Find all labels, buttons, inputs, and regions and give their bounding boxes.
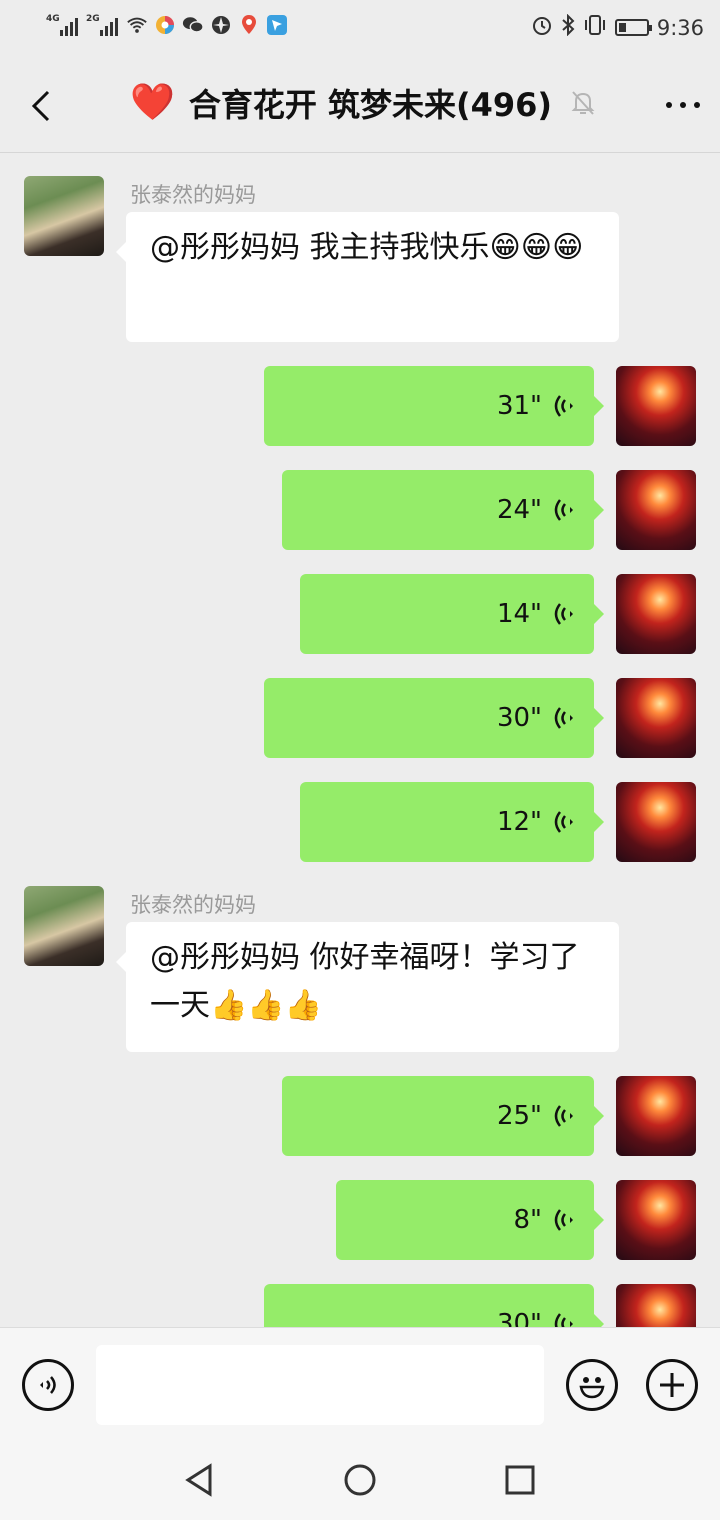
- voice-input-button[interactable]: [22, 1359, 74, 1411]
- avatar[interactable]: [616, 678, 696, 758]
- voice-wave-icon: [554, 811, 573, 833]
- vibrate-icon: [583, 14, 607, 41]
- voice-message-bubble[interactable]: 25": [282, 1076, 604, 1156]
- dot-icon: [680, 102, 686, 108]
- battery-icon: [614, 19, 652, 36]
- more-options-button[interactable]: [666, 88, 700, 122]
- avatar[interactable]: [616, 1180, 696, 1260]
- app-icon: [210, 14, 232, 36]
- wifi-icon: [126, 14, 148, 36]
- voice-message-bubble[interactable]: 24": [282, 470, 604, 550]
- app-icon: [154, 14, 176, 36]
- avatar[interactable]: [616, 366, 696, 446]
- wechat-icon: [182, 14, 204, 36]
- avatar[interactable]: [616, 1284, 696, 1327]
- avatar[interactable]: [616, 470, 696, 550]
- chevron-left-icon: [31, 90, 50, 122]
- sender-name: 张泰然的妈妈: [130, 893, 256, 917]
- voice-message-bubble[interactable]: 14": [300, 574, 604, 654]
- dot-icon: [694, 102, 700, 108]
- muted-bell-icon: [571, 91, 595, 115]
- dot-icon: [666, 102, 672, 108]
- text-message-bubble[interactable]: @彤彤妈妈 我主持我快乐😁😁😁: [116, 212, 619, 342]
- voice-wave-icon: [554, 1313, 573, 1327]
- message-input[interactable]: [96, 1345, 544, 1425]
- chat-header: ❤️ 合育花开 筑梦未来(496): [0, 58, 720, 153]
- avatar[interactable]: [616, 782, 696, 862]
- signal-icon: 4G: [46, 14, 80, 36]
- voice-duration: 12": [496, 807, 542, 837]
- chat-message-list[interactable]: 张泰然的妈妈 @彤彤妈妈 我主持我快乐😁😁😁 31" 24" 14" 30" 1…: [0, 153, 720, 1327]
- status-bar: 4G 2G 9:36: [0, 0, 720, 58]
- home-circle-icon[interactable]: [342, 1462, 378, 1498]
- battery-level: [618, 23, 626, 32]
- text-message-bubble[interactable]: @彤彤妈妈 你好幸福呀！学习了一天👍👍👍: [116, 922, 619, 1052]
- avatar[interactable]: [616, 1076, 696, 1156]
- voice-message-bubble[interactable]: 30": [264, 1284, 604, 1327]
- input-bar: [0, 1327, 720, 1441]
- voice-duration: 25": [496, 1101, 542, 1131]
- avatar[interactable]: [24, 176, 104, 256]
- voice-duration: 30": [496, 1309, 542, 1327]
- voice-duration: 8": [513, 1205, 542, 1235]
- signal-icon: 2G: [86, 14, 120, 36]
- smiley-icon: [579, 1377, 605, 1399]
- plus-icon: [660, 1373, 684, 1397]
- status-icons-right: 9:36: [531, 13, 704, 41]
- voice-duration: 31": [496, 391, 542, 421]
- app-icon: [266, 14, 288, 36]
- voice-message-bubble[interactable]: 30": [264, 678, 604, 758]
- bluetooth-icon: [561, 13, 575, 41]
- voice-wave-icon: [554, 499, 573, 521]
- heart-emoji: ❤️: [130, 82, 175, 123]
- voice-wave-icon: [554, 1105, 573, 1127]
- voice-wave-icon: [554, 603, 573, 625]
- sender-name: 张泰然的妈妈: [130, 183, 256, 207]
- network-type-label: 2G: [86, 14, 100, 24]
- recent-apps-square-icon[interactable]: [502, 1462, 538, 1498]
- voice-message-bubble[interactable]: 12": [300, 782, 604, 862]
- back-button[interactable]: [26, 86, 66, 126]
- network-type-label: 4G: [46, 14, 60, 24]
- voice-wave-icon: [554, 1209, 573, 1231]
- voice-duration: 14": [496, 599, 542, 629]
- alarm-icon: [531, 14, 553, 41]
- status-icons-left: 4G 2G: [46, 14, 288, 36]
- voice-duration: 24": [496, 495, 542, 525]
- voice-wave-icon: [40, 1376, 56, 1394]
- voice-wave-icon: [554, 707, 573, 729]
- location-icon: [238, 14, 260, 36]
- emoji-button[interactable]: [566, 1359, 618, 1411]
- voice-message-bubble[interactable]: 8": [336, 1180, 604, 1260]
- clock: 9:36: [656, 15, 704, 40]
- chat-title: 合育花开 筑梦未来(496): [188, 86, 553, 124]
- avatar[interactable]: [24, 886, 104, 966]
- voice-duration: 30": [496, 703, 542, 733]
- add-button[interactable]: [646, 1359, 698, 1411]
- voice-message-bubble[interactable]: 31": [264, 366, 604, 446]
- back-triangle-icon[interactable]: [182, 1462, 218, 1498]
- voice-wave-icon: [554, 395, 573, 417]
- chat-title-group[interactable]: ❤️ 合育花开 筑梦未来(496): [130, 80, 598, 126]
- avatar[interactable]: [616, 574, 696, 654]
- system-navigation-bar: [0, 1440, 720, 1520]
